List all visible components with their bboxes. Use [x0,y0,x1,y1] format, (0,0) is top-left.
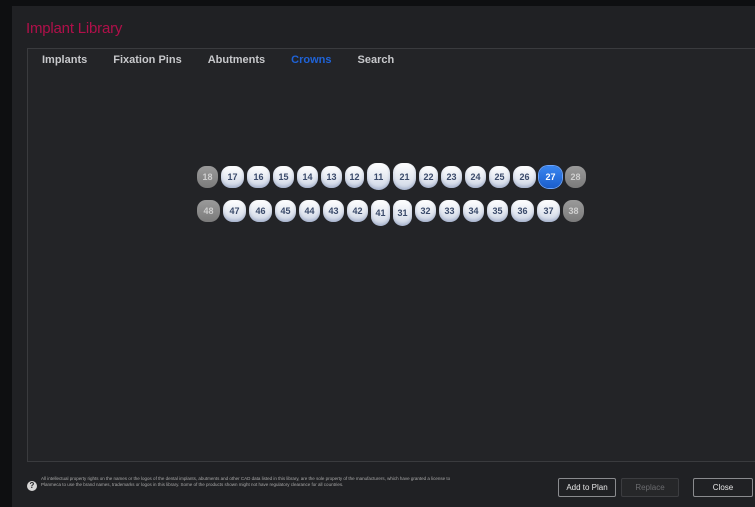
tooth-32[interactable]: 32 [415,200,436,222]
tab-fixation-pins[interactable]: Fixation Pins [113,54,181,66]
tooth-16[interactable]: 16 [247,166,270,188]
tooth-12[interactable]: 12 [345,166,364,188]
tooth-14[interactable]: 14 [297,166,318,188]
tab-search[interactable]: Search [358,54,395,66]
tooth-37[interactable]: 37 [537,200,560,222]
tooth-18[interactable]: 18 [197,166,218,188]
tooth-46[interactable]: 46 [249,200,272,222]
tab-bar: Implants Fixation Pins Abutments Crowns Sear… [42,54,420,66]
tooth-22[interactable]: 22 [419,166,438,188]
upper-jaw-row: 18 17 16 15 14 13 12 11 21 22 23 24 25 26 27 28 [197,163,589,192]
tooth-21[interactable]: 21 [393,163,416,190]
tooth-31[interactable]: 31 [393,200,412,226]
tooth-35[interactable]: 35 [487,200,508,222]
lower-jaw-row: 48 47 46 45 44 43 42 41 31 32 33 34 35 36 37 38 [197,200,587,226]
tab-implants[interactable]: Implants [42,54,87,66]
legal-notice: All intellectual property rights on the … [41,476,451,487]
tooth-38[interactable]: 38 [563,200,584,222]
add-to-plan-button[interactable]: Add to Plan [558,478,616,497]
tooth-15[interactable]: 15 [273,166,294,188]
tab-abutments[interactable]: Abutments [208,54,265,66]
tooth-44[interactable]: 44 [299,200,320,222]
close-button[interactable]: Close [693,478,753,497]
crowns-panel [27,48,755,462]
tooth-43[interactable]: 43 [323,200,344,222]
tooth-23[interactable]: 23 [441,166,462,188]
tooth-42[interactable]: 42 [347,200,368,222]
tooth-33[interactable]: 33 [439,200,460,222]
help-icon[interactable]: ? [27,481,37,491]
tooth-11[interactable]: 11 [367,163,390,190]
tooth-47[interactable]: 47 [223,200,246,222]
tooth-25[interactable]: 25 [489,166,510,188]
tooth-27[interactable]: 27 [539,166,562,188]
tooth-24[interactable]: 24 [465,166,486,188]
tooth-45[interactable]: 45 [275,200,296,222]
tooth-34[interactable]: 34 [463,200,484,222]
tooth-41[interactable]: 41 [371,200,390,226]
tooth-13[interactable]: 13 [321,166,342,188]
tab-crowns[interactable]: Crowns [291,54,331,66]
tooth-17[interactable]: 17 [221,166,244,188]
tooth-48[interactable]: 48 [197,200,220,222]
tooth-26[interactable]: 26 [513,166,536,188]
window-title: Implant Library [26,20,123,37]
tooth-36[interactable]: 36 [511,200,534,222]
tooth-28[interactable]: 28 [565,166,586,188]
replace-button[interactable]: Replace [621,478,679,497]
